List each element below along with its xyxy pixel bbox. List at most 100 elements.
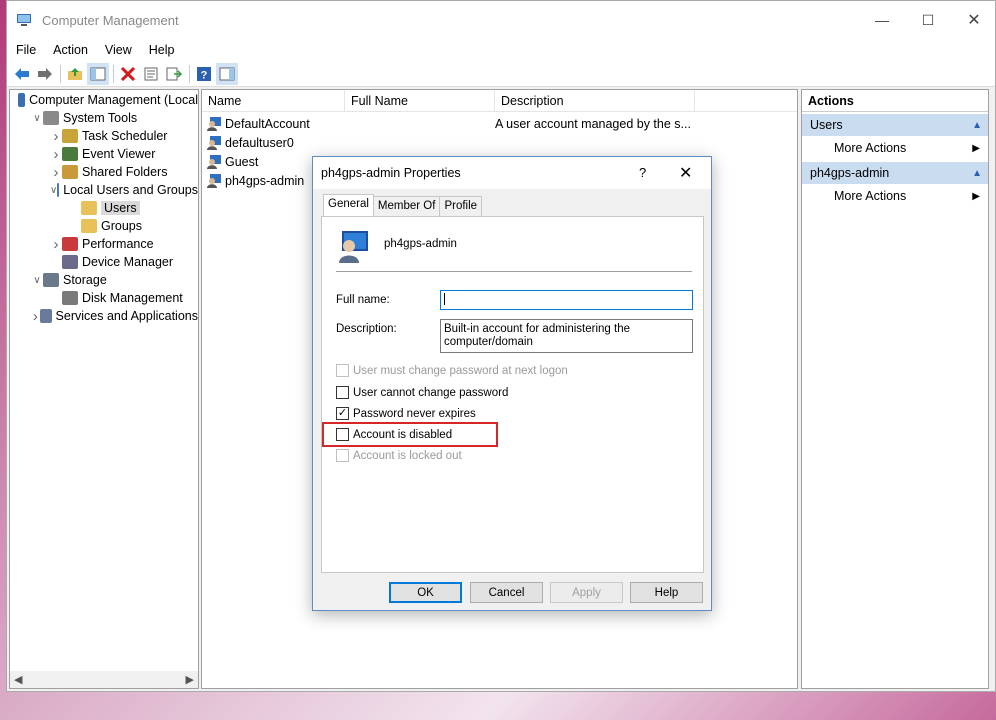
scroll-left-icon[interactable]: ◀ bbox=[14, 673, 22, 686]
tree-item-device-manager[interactable]: Device Manager bbox=[10, 253, 198, 271]
tree-item-groups[interactable]: Groups bbox=[10, 217, 198, 235]
properties-dialog: ph4gps-admin Properties ? ✕ General Memb… bbox=[312, 156, 712, 611]
full-name-input[interactable] bbox=[440, 290, 693, 310]
properties-button[interactable] bbox=[140, 63, 162, 85]
collapsed-chevron-icon[interactable]: › bbox=[50, 146, 62, 163]
title-bar: Computer Management — ☐ ✕ bbox=[7, 1, 995, 39]
export-list-button[interactable] bbox=[163, 63, 185, 85]
divider bbox=[336, 271, 692, 272]
user-icon bbox=[207, 117, 221, 131]
collapsed-chevron-icon[interactable]: › bbox=[50, 128, 62, 145]
user-account-icon bbox=[339, 231, 368, 263]
list-item[interactable]: defaultuser0 bbox=[202, 133, 797, 152]
tree-item-label: Local Users and Groups bbox=[63, 183, 198, 197]
tree-item-event-viewer[interactable]: › Event Viewer bbox=[10, 145, 198, 163]
menu-action[interactable]: Action bbox=[53, 43, 88, 57]
tree-item-label: Services and Applications bbox=[55, 309, 198, 323]
checkbox-box bbox=[336, 449, 349, 462]
menu-file[interactable]: File bbox=[16, 43, 36, 57]
scroll-right-icon[interactable]: ▶ bbox=[186, 673, 194, 686]
help-dialog-button[interactable]: Help bbox=[630, 582, 703, 603]
delete-x-icon bbox=[120, 66, 136, 81]
tree-item-task-scheduler[interactable]: › Task Scheduler bbox=[10, 127, 198, 145]
ok-button[interactable]: OK bbox=[389, 582, 462, 603]
submenu-arrow-icon: ▶ bbox=[972, 142, 980, 154]
list-item[interactable]: DefaultAccount A user account managed by … bbox=[202, 114, 797, 133]
checkbox-label: User cannot change password bbox=[353, 386, 509, 399]
tree-item-disk-management[interactable]: Disk Management bbox=[10, 289, 198, 307]
back-button[interactable] bbox=[11, 63, 33, 85]
tree-item-label: Performance bbox=[82, 237, 154, 251]
help-button[interactable]: ? bbox=[193, 63, 215, 85]
tab-member-of[interactable]: Member Of bbox=[372, 196, 441, 216]
full-name-label: Full name: bbox=[336, 294, 390, 306]
collapsed-chevron-icon[interactable]: › bbox=[50, 164, 62, 181]
expanded-chevron-icon[interactable]: ∨ bbox=[31, 275, 43, 286]
list-header: Name Full Name Description bbox=[202, 90, 797, 112]
tree-item-computer-management-local[interactable]: Computer Management (Local bbox=[10, 91, 198, 109]
up-one-level-button[interactable] bbox=[64, 63, 86, 85]
tree-horizontal-scrollbar[interactable]: ◀ ▶ bbox=[10, 671, 198, 688]
help-icon: ? bbox=[197, 66, 211, 81]
cannot-change-password-checkbox[interactable]: User cannot change password bbox=[336, 386, 508, 399]
properties-icon bbox=[144, 67, 158, 80]
password-never-expires-checkbox[interactable]: ✓ Password never expires bbox=[336, 407, 476, 420]
toolbar-separator bbox=[60, 64, 61, 83]
tree-item-system-tools[interactable]: ∨ System Tools bbox=[10, 109, 198, 127]
toolbar-separator bbox=[189, 64, 190, 83]
checkmark-icon: ✓ bbox=[336, 407, 349, 420]
user-icon bbox=[207, 136, 221, 150]
tree-item-local-users-and-groups[interactable]: ∨ Local Users and Groups bbox=[10, 181, 198, 199]
toolbar: ? bbox=[7, 61, 995, 87]
cancel-button[interactable]: Cancel bbox=[470, 582, 543, 603]
apply-button[interactable]: Apply bbox=[550, 582, 623, 603]
collapsed-chevron-icon[interactable]: › bbox=[31, 308, 40, 325]
context-help-button[interactable]: ? bbox=[639, 165, 646, 180]
more-actions-ph4gps-admin[interactable]: More Actions ▶ bbox=[802, 184, 988, 208]
checkbox-label: User must change password at next logon bbox=[353, 364, 568, 377]
menu-view[interactable]: View bbox=[105, 43, 132, 57]
column-description[interactable]: Description bbox=[495, 90, 695, 111]
toolbar-separator bbox=[113, 64, 114, 83]
must-change-password-checkbox[interactable]: User must change password at next logon bbox=[336, 364, 568, 377]
actions-section-ph4gps-admin[interactable]: ph4gps-admin ▲ bbox=[802, 162, 988, 184]
actions-section-users[interactable]: Users ▲ bbox=[802, 114, 988, 136]
tab-general[interactable]: General bbox=[323, 194, 374, 216]
tree-item-shared-folders[interactable]: › Shared Folders bbox=[10, 163, 198, 181]
collapse-triangle-icon: ▲ bbox=[972, 119, 982, 131]
column-name[interactable]: Name bbox=[202, 90, 345, 111]
description-input[interactable]: Built-in account for administering the c… bbox=[440, 319, 693, 353]
more-actions-users[interactable]: More Actions ▶ bbox=[802, 136, 988, 160]
menu-help[interactable]: Help bbox=[149, 43, 175, 57]
folder-icon bbox=[81, 219, 97, 233]
tree-item-services-and-applications[interactable]: › Services and Applications bbox=[10, 307, 198, 325]
dialog-close-button[interactable]: ✕ bbox=[679, 163, 692, 183]
submenu-arrow-icon: ▶ bbox=[972, 190, 980, 202]
computer-management-icon bbox=[17, 14, 31, 26]
tree-item-performance[interactable]: › Performance bbox=[10, 235, 198, 253]
window-title: Computer Management bbox=[42, 12, 179, 28]
show-hide-tree-button[interactable] bbox=[87, 62, 109, 85]
actions-section-title: ph4gps-admin bbox=[810, 166, 890, 180]
services-icon bbox=[39, 309, 52, 323]
show-action-pane-button[interactable] bbox=[216, 62, 238, 85]
folder-icon bbox=[81, 201, 97, 215]
delete-button[interactable] bbox=[117, 63, 139, 85]
tree-item-users[interactable]: Users bbox=[10, 199, 198, 217]
general-tab-panel: ph4gps-admin Full name: Description: Bui… bbox=[321, 216, 704, 573]
account-locked-out-checkbox[interactable]: Account is locked out bbox=[336, 449, 462, 462]
minimize-button[interactable]: — bbox=[859, 1, 905, 39]
forward-button[interactable] bbox=[34, 63, 56, 85]
tree-item-label: System Tools bbox=[63, 111, 138, 125]
column-full-name[interactable]: Full Name bbox=[345, 90, 495, 111]
expanded-chevron-icon[interactable]: ∨ bbox=[50, 185, 57, 196]
tree-item-storage[interactable]: ∨ Storage bbox=[10, 271, 198, 289]
collapse-triangle-icon: ▲ bbox=[972, 167, 982, 179]
expanded-chevron-icon[interactable]: ∨ bbox=[31, 113, 43, 124]
maximize-button[interactable]: ☐ bbox=[905, 1, 951, 39]
tab-profile[interactable]: Profile bbox=[439, 196, 483, 216]
close-button[interactable]: ✕ bbox=[951, 1, 996, 39]
collapsed-chevron-icon[interactable]: › bbox=[50, 236, 62, 253]
tree-item-label: Computer Management (Local bbox=[29, 93, 198, 107]
checkbox-label: Password never expires bbox=[353, 407, 476, 420]
